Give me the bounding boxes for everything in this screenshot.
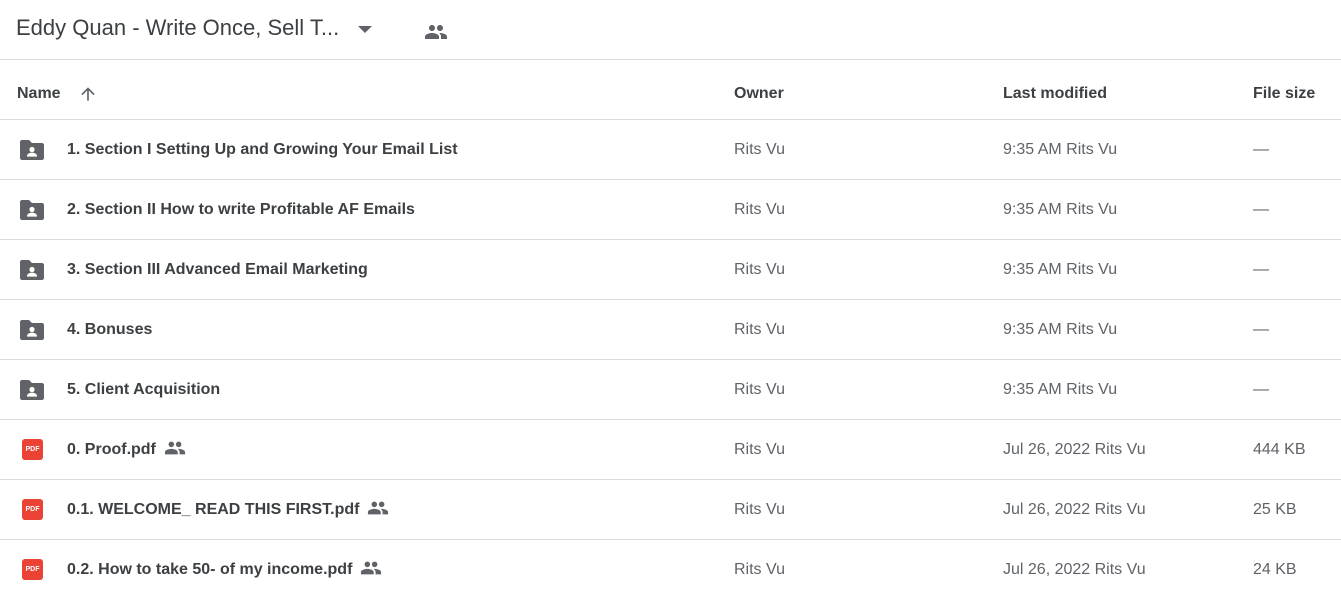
shared-folder-icon xyxy=(20,320,44,340)
file-name-text: 4. Bonuses xyxy=(67,321,153,338)
file-name[interactable]: 0.2. How to take 50- of my income.pdf xyxy=(67,540,382,597)
file-row[interactable]: 3. Section III Advanced Email Marketing R… xyxy=(0,240,1341,300)
file-row[interactable]: 5. Client Acquisition Rits Vu 9:35 AM Rits… xyxy=(0,360,1341,420)
file-size: — xyxy=(1253,141,1269,158)
file-last-modified: Jul 26, 2022 Rits Vu xyxy=(1003,441,1146,458)
file-last-modified: 9:35 AM Rits Vu xyxy=(1003,381,1118,398)
top-bar: Eddy Quan - Write Once, Sell T... xyxy=(0,0,1341,60)
folder-title[interactable]: Eddy Quan - Write Once, Sell T... xyxy=(16,15,339,41)
file-name-text: 1. Section I Setting Up and Growing Your… xyxy=(67,141,458,158)
pdf-icon: PDF xyxy=(22,499,43,520)
file-name-text: 0. Proof.pdf xyxy=(67,441,156,458)
file-last-modified: 9:35 AM Rits Vu xyxy=(1003,141,1118,158)
column-last-modified[interactable]: Last modified xyxy=(1003,60,1107,120)
file-row[interactable]: 4. Bonuses Rits Vu 9:35 AM Rits Vu — xyxy=(0,300,1341,360)
file-name[interactable]: 0. Proof.pdf xyxy=(67,420,186,480)
file-name[interactable]: 2. Section II How to write Profitable AF… xyxy=(67,180,415,240)
caret-down-icon[interactable] xyxy=(358,26,372,33)
file-name-text: 0.2. How to take 50- of my income.pdf xyxy=(67,561,353,578)
file-last-modified: Jul 26, 2022 Rits Vu xyxy=(1003,501,1146,518)
file-last-modified: 9:35 AM Rits Vu xyxy=(1003,321,1118,338)
file-last-modified: 9:35 AM Rits Vu xyxy=(1003,261,1118,278)
file-size: — xyxy=(1253,201,1269,218)
file-row[interactable]: PDF 0.1. WELCOME_ READ THIS FIRST.pdf Rits… xyxy=(0,480,1341,540)
people-icon xyxy=(164,441,185,455)
file-name[interactable]: 5. Client Acquisition xyxy=(67,360,220,420)
column-header-row: Name Owner Last modified File size xyxy=(0,60,1341,120)
file-owner: Rits Vu xyxy=(734,141,785,158)
column-name[interactable]: Name xyxy=(17,60,61,120)
file-last-modified: 9:35 AM Rits Vu xyxy=(1003,201,1118,218)
file-owner: Rits Vu xyxy=(734,381,785,398)
file-size: — xyxy=(1253,321,1269,338)
file-name[interactable]: 4. Bonuses xyxy=(67,300,152,360)
file-owner: Rits Vu xyxy=(734,441,785,458)
shared-folder-icon xyxy=(20,380,44,400)
file-size: — xyxy=(1253,261,1269,278)
file-name-text: 5. Client Acquisition xyxy=(67,381,221,398)
people-icon xyxy=(361,561,382,575)
file-owner: Rits Vu xyxy=(734,201,785,218)
file-owner: Rits Vu xyxy=(734,321,785,338)
file-row[interactable]: PDF 0. Proof.pdf Rits Vu Jul 26, 2022 Rits … xyxy=(0,420,1341,480)
shared-folder-icon xyxy=(20,200,44,220)
people-icon xyxy=(368,501,389,515)
file-row[interactable]: 2. Section II How to write Profitable AF… xyxy=(0,180,1341,240)
file-name-text: 3. Section III Advanced Email Marketing xyxy=(67,261,368,278)
file-size: 444 KB xyxy=(1253,441,1306,458)
shared-folder-icon xyxy=(20,260,44,280)
file-owner: Rits Vu xyxy=(734,261,785,278)
pdf-icon: PDF xyxy=(22,559,43,580)
column-owner[interactable]: Owner xyxy=(734,60,784,120)
file-size: 24 KB xyxy=(1253,561,1297,578)
file-row[interactable]: PDF 0.2. How to take 50- of my income.pdf… xyxy=(0,540,1341,597)
pdf-icon: PDF xyxy=(22,439,43,460)
file-name[interactable]: 1. Section I Setting Up and Growing Your… xyxy=(67,120,458,180)
column-file-size[interactable]: File size xyxy=(1253,60,1315,120)
file-size: 25 KB xyxy=(1253,501,1297,518)
people-icon[interactable] xyxy=(424,20,448,44)
arrow-up-icon[interactable] xyxy=(78,84,98,104)
file-size: — xyxy=(1253,381,1269,398)
file-owner: Rits Vu xyxy=(734,561,785,578)
file-name[interactable]: 3. Section III Advanced Email Marketing xyxy=(67,240,368,300)
file-name-text: 0.1. WELCOME_ READ THIS FIRST.pdf xyxy=(67,501,360,518)
file-row[interactable]: 1. Section I Setting Up and Growing Your… xyxy=(0,120,1341,180)
file-owner: Rits Vu xyxy=(734,501,785,518)
file-name-text: 2. Section II How to write Profitable AF… xyxy=(67,201,415,218)
file-last-modified: Jul 26, 2022 Rits Vu xyxy=(1003,561,1146,578)
shared-folder-icon xyxy=(20,140,44,160)
file-name[interactable]: 0.1. WELCOME_ READ THIS FIRST.pdf xyxy=(67,480,389,540)
